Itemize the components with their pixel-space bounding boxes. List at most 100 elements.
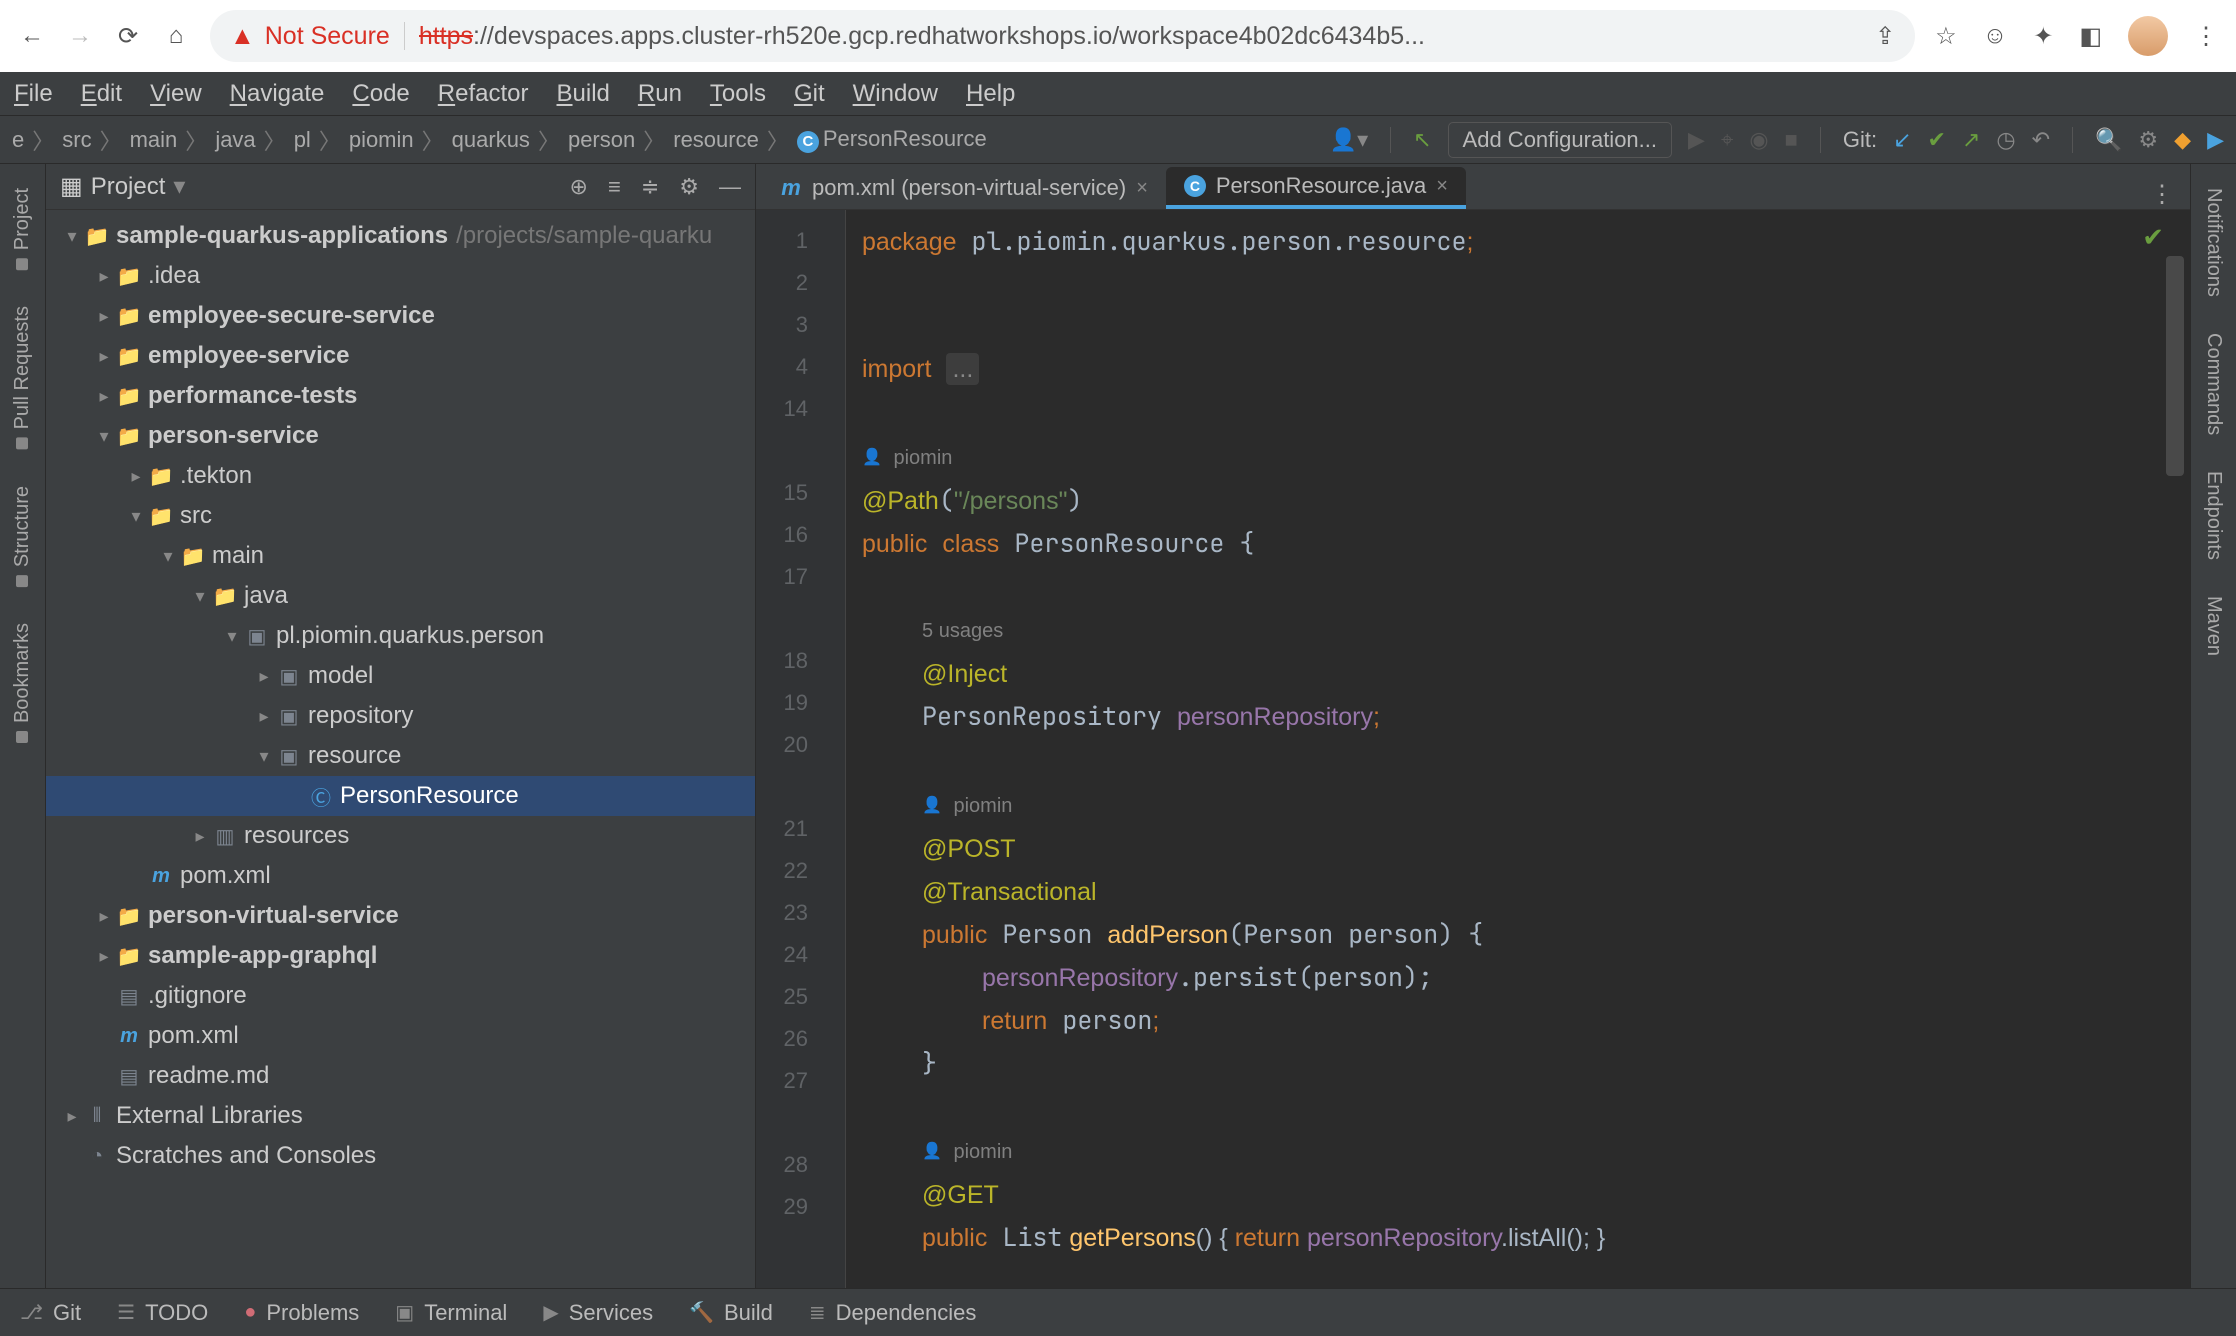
tree-item[interactable]: ◔Scratches and Consoles: [46, 1136, 755, 1176]
menu-code[interactable]: Code: [352, 80, 409, 108]
forward-icon[interactable]: →: [66, 22, 94, 50]
tree-item[interactable]: ▾📁person-service: [46, 416, 755, 456]
coverage-icon[interactable]: ◉: [1749, 127, 1768, 153]
star-icon[interactable]: ☆: [1935, 22, 1957, 51]
tree-item[interactable]: ▸▣model: [46, 656, 755, 696]
breadcrumb-item[interactable]: piomin: [349, 127, 414, 153]
tool-bookmarks[interactable]: Bookmarks: [11, 623, 34, 743]
menu-tools[interactable]: Tools: [710, 80, 766, 108]
tree-item[interactable]: ▸📁performance-tests: [46, 376, 755, 416]
plugin-icon[interactable]: ◆: [2174, 127, 2191, 153]
run-icon[interactable]: ▶: [1688, 127, 1705, 153]
expand-icon[interactable]: ≡: [608, 174, 621, 200]
close-icon[interactable]: ×: [1436, 175, 1448, 198]
git-pull-icon[interactable]: ↙: [1893, 127, 1911, 153]
gear-icon[interactable]: ⚙: [679, 174, 699, 200]
history-icon[interactable]: ◷: [1996, 127, 2015, 153]
bottom-build[interactable]: 🔨Build: [689, 1300, 773, 1326]
smile-icon[interactable]: ☺: [1983, 22, 2008, 50]
breadcrumb-item[interactable]: person: [568, 127, 635, 153]
tree-item[interactable]: ⒸPersonResource: [46, 776, 755, 816]
minimize-icon[interactable]: —: [719, 174, 741, 200]
breadcrumb-item[interactable]: quarkus: [452, 127, 530, 153]
menu-git[interactable]: Git: [794, 80, 825, 108]
project-title[interactable]: Project: [91, 173, 166, 201]
tree-item[interactable]: ▸📁.idea: [46, 256, 755, 296]
tree-item[interactable]: ▸📁sample-app-graphql: [46, 936, 755, 976]
target-icon[interactable]: ⊕: [570, 174, 588, 200]
profile-avatar[interactable]: [2128, 16, 2168, 56]
tree-item[interactable]: ▸📁.tekton: [46, 456, 755, 496]
jetbrains-icon[interactable]: ▶: [2207, 127, 2224, 153]
breadcrumb-item[interactable]: e: [12, 127, 24, 153]
menu-edit[interactable]: Edit: [81, 80, 122, 108]
kebab-icon[interactable]: ⋮: [2194, 22, 2218, 51]
tool-maven[interactable]: Maven: [2202, 596, 2225, 656]
menu-file[interactable]: File: [14, 80, 53, 108]
tree-item[interactable]: ▸📁employee-service: [46, 336, 755, 376]
editor-tab[interactable]: CPersonResource.java×: [1166, 167, 1466, 209]
menu-view[interactable]: View: [150, 80, 202, 108]
tree-item[interactable]: mpom.xml: [46, 1016, 755, 1056]
tree-item[interactable]: ▸⦀External Libraries: [46, 1096, 755, 1136]
search-icon[interactable]: 🔍: [2095, 127, 2122, 153]
breadcrumb-item[interactable]: CPersonResource: [797, 126, 987, 153]
tree-item[interactable]: ▾📁java: [46, 576, 755, 616]
scrollbar[interactable]: [2166, 256, 2184, 1280]
rollback-icon[interactable]: ↶: [2032, 127, 2050, 153]
breadcrumb-item[interactable]: resource: [673, 127, 759, 153]
tool-notifications[interactable]: Notifications: [2202, 188, 2225, 297]
collapse-icon[interactable]: ≑: [641, 174, 659, 200]
menu-window[interactable]: Window: [853, 80, 938, 108]
git-commit-icon[interactable]: ✔: [1928, 127, 1946, 153]
menu-help[interactable]: Help: [966, 80, 1015, 108]
breadcrumb[interactable]: e〉src〉main〉java〉pl〉piomin〉quarkus〉person…: [12, 124, 1322, 156]
stop-icon[interactable]: ■: [1785, 127, 1798, 153]
tree-item[interactable]: ▸📁employee-secure-service: [46, 296, 755, 336]
panel-icon[interactable]: ◧: [2079, 22, 2102, 51]
menu-build[interactable]: Build: [557, 80, 610, 108]
tree-item[interactable]: ▾▣resource: [46, 736, 755, 776]
project-tree[interactable]: ▾📁sample-quarkus-applications/projects/s…: [46, 210, 755, 1288]
tree-item[interactable]: ▾📁src: [46, 496, 755, 536]
tree-item[interactable]: mpom.xml: [46, 856, 755, 896]
inspection-ok-icon[interactable]: ✔: [2142, 222, 2164, 253]
code-editor[interactable]: 123414151617181920212223242526272829 pac…: [756, 210, 2190, 1288]
tree-item[interactable]: ▾▣pl.piomin.quarkus.person: [46, 616, 755, 656]
tool-pull-requests[interactable]: Pull Requests: [11, 306, 34, 449]
breadcrumb-item[interactable]: pl: [294, 127, 311, 153]
users-icon[interactable]: 👤▾: [1330, 127, 1368, 153]
menu-run[interactable]: Run: [638, 80, 682, 108]
back-icon[interactable]: ←: [18, 22, 46, 50]
tree-item[interactable]: ▤readme.md: [46, 1056, 755, 1096]
reload-icon[interactable]: ⟳: [114, 22, 142, 51]
breadcrumb-item[interactable]: java: [215, 127, 255, 153]
bottom-git[interactable]: ⎇Git: [20, 1300, 81, 1326]
tool-commands[interactable]: Commands: [2202, 333, 2225, 435]
menu-refactor[interactable]: Refactor: [438, 80, 529, 108]
bottom-services[interactable]: ▶Services: [543, 1300, 653, 1326]
git-push-icon[interactable]: ↗: [1962, 127, 1980, 153]
bottom-problems[interactable]: ●Problems: [244, 1300, 359, 1326]
extensions-icon[interactable]: ✦: [2033, 22, 2053, 51]
run-config-dropdown[interactable]: Add Configuration...: [1448, 122, 1672, 158]
code-content[interactable]: package pl.piomin.quarkus.person.resourc…: [846, 210, 2190, 1288]
tree-item[interactable]: ▸▣repository: [46, 696, 755, 736]
editor-tab[interactable]: mpom.xml (person-virtual-service)×: [762, 167, 1166, 209]
bottom-todo[interactable]: ☰TODO: [117, 1300, 208, 1326]
settings-icon[interactable]: ⚙: [2138, 127, 2158, 153]
home-icon[interactable]: ⌂: [162, 22, 190, 50]
tree-item[interactable]: ▾📁main: [46, 536, 755, 576]
tabs-more-icon[interactable]: ⋮: [2150, 180, 2174, 209]
close-icon[interactable]: ×: [1136, 177, 1148, 200]
tree-item[interactable]: ▸▥resources: [46, 816, 755, 856]
tool-structure[interactable]: Structure: [11, 486, 34, 587]
chevron-down-icon[interactable]: ▾: [173, 172, 185, 201]
tree-item[interactable]: ▸📁person-virtual-service: [46, 896, 755, 936]
breadcrumb-item[interactable]: main: [130, 127, 178, 153]
bottom-dependencies[interactable]: ≣Dependencies: [809, 1300, 976, 1326]
breadcrumb-item[interactable]: src: [62, 127, 91, 153]
hammer-icon[interactable]: ↖: [1413, 127, 1431, 153]
tree-item[interactable]: ▾📁sample-quarkus-applications/projects/s…: [46, 216, 755, 256]
bottom-terminal[interactable]: ▣Terminal: [395, 1300, 507, 1326]
